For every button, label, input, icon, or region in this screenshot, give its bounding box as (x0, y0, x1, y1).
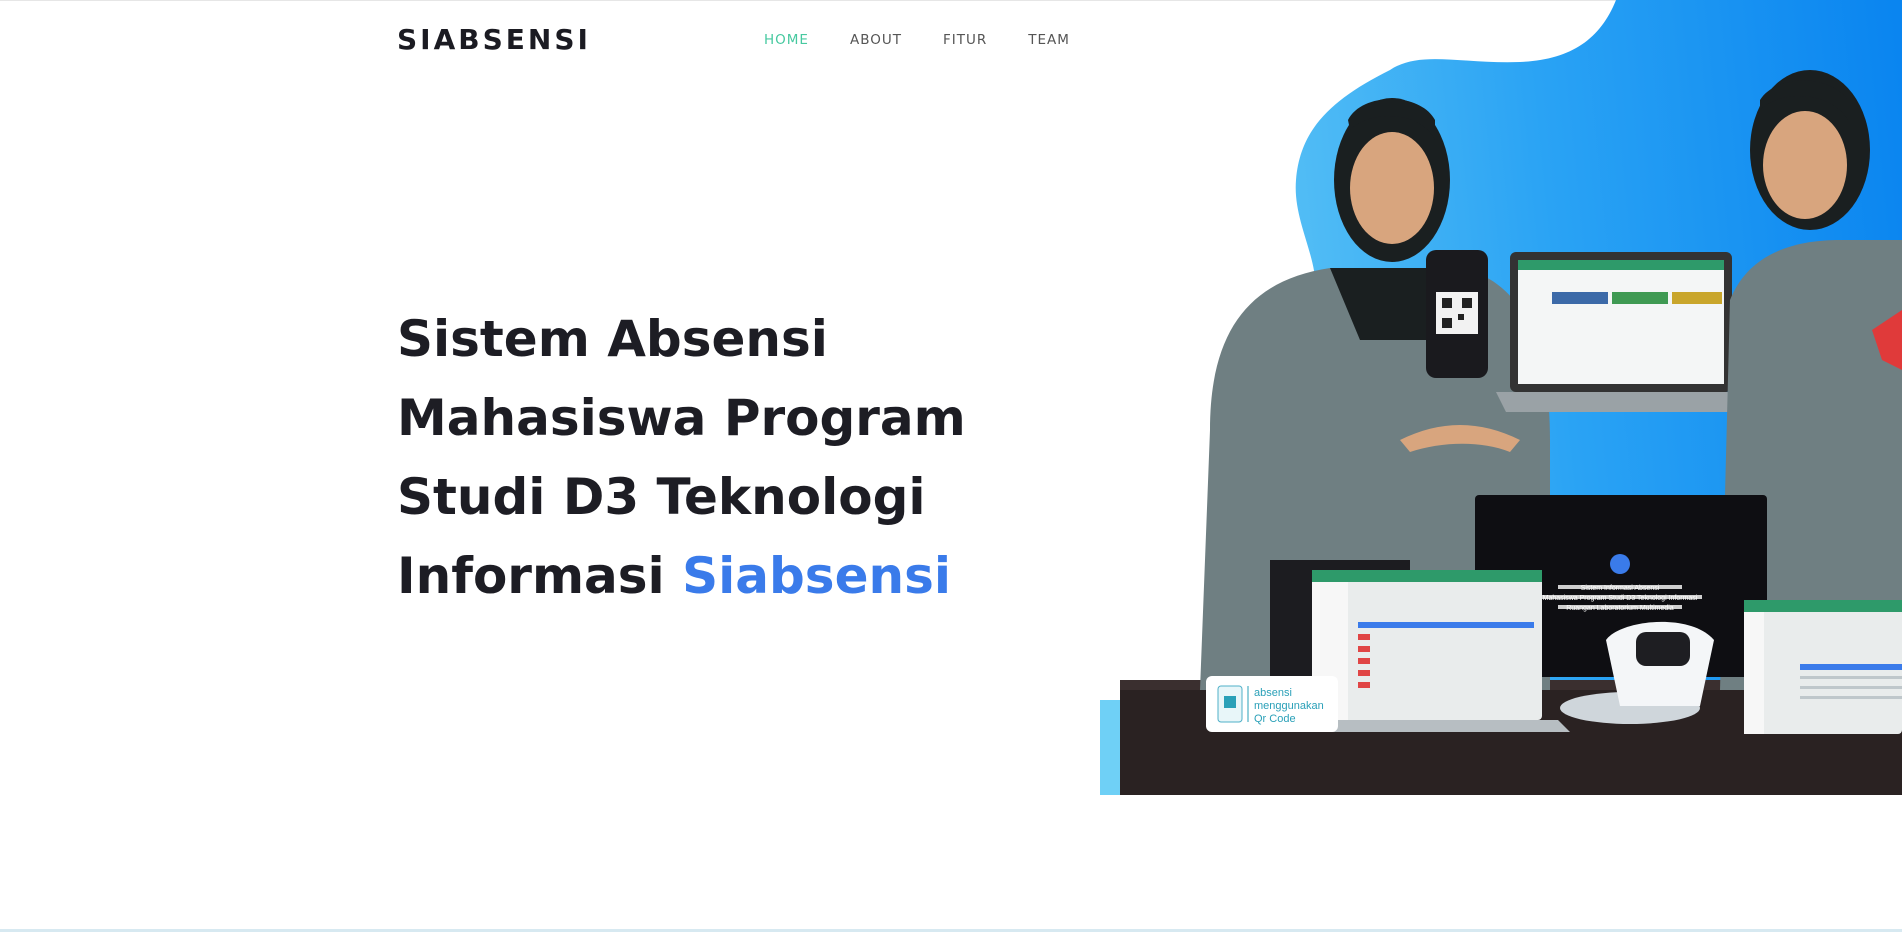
nav-about[interactable]: ABOUT (850, 31, 902, 49)
badge-line-3: Qr Code (1254, 713, 1296, 725)
laptop-held (1496, 252, 1746, 412)
hero-illustration: absensi menggunakan Qr Code Sistem Infor… (1100, 0, 1902, 795)
laptop-right (1744, 600, 1902, 734)
badge-line-1: absensi (1254, 687, 1292, 699)
hero-title-line-4: Informasi Siabsensi (397, 537, 1017, 616)
qr-code-badge: absensi menggunakan Qr Code (1206, 676, 1338, 732)
brand-logo[interactable]: SIABSENSI (397, 24, 591, 56)
monitor-text-3: Ruangan Laboratorium Multimedia (1566, 605, 1673, 612)
monitor-text-2: Mahasiswa Program Studi D3 Teknologi Inf… (1543, 595, 1698, 602)
hero-title-line-3: Studi D3 Teknologi (397, 468, 926, 526)
nav-fitur[interactable]: FITUR (943, 31, 987, 49)
hero-title-line-1: Sistem Absensi (397, 310, 828, 368)
nav-team[interactable]: TEAM (1028, 31, 1070, 49)
section-divider (0, 929, 1902, 932)
hero-title-accent: Siabsensi (682, 547, 951, 605)
hero-title: Sistem Absensi Mahasiswa Program Studi D… (397, 300, 1017, 616)
monitor-text-1: Sistem Informasi Absensi (1581, 585, 1660, 592)
badge-line-2: menggunakan (1254, 700, 1324, 712)
hero-title-word: Informasi (397, 547, 665, 605)
main-nav: HOME ABOUT FITUR TEAM (764, 31, 1111, 49)
hero-title-line-2: Mahasiswa Program (397, 389, 966, 447)
nav-home[interactable]: HOME (764, 31, 809, 49)
